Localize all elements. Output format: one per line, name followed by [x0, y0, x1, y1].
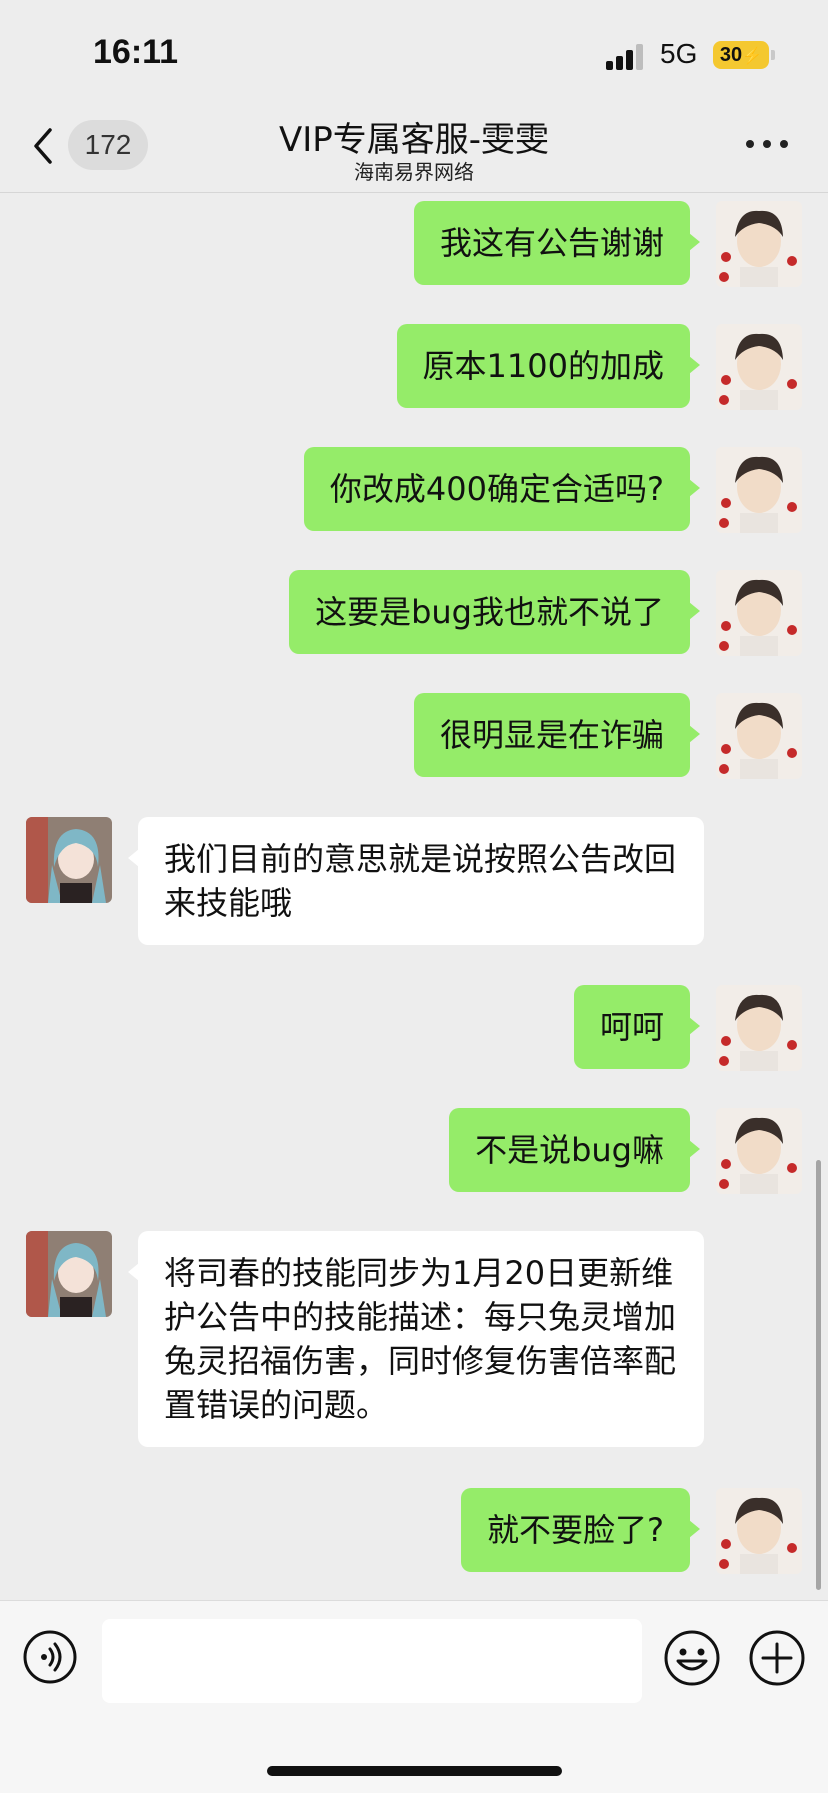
my-avatar[interactable] — [716, 447, 802, 533]
message-bubble[interactable]: 这要是bug我也就不说了 — [289, 570, 700, 654]
battery-tip — [771, 50, 775, 60]
my-avatar[interactable] — [716, 693, 802, 779]
network-label: 5G — [660, 38, 698, 69]
my-avatar[interactable] — [716, 1488, 802, 1574]
message-bubble[interactable]: 我们目前的意思就是说按照公告改回来技能哦 — [128, 817, 704, 945]
voice-input-icon[interactable] — [22, 1629, 78, 1685]
agent-avatar[interactable] — [26, 1231, 112, 1317]
my-avatar[interactable] — [716, 985, 802, 1071]
battery-icon: 30⚡ — [713, 41, 769, 69]
message-bubble[interactable]: 原本1100的加成 — [396, 324, 701, 408]
message-bubble[interactable]: 就不要脸了? — [461, 1488, 700, 1572]
status-bar: 16:11 5G 30⚡ — [0, 0, 828, 100]
input-bar — [0, 1600, 828, 1793]
signal-icon — [606, 44, 648, 70]
home-indicator[interactable] — [267, 1766, 562, 1776]
add-more-icon[interactable] — [748, 1629, 806, 1687]
message-bubble[interactable]: 呵呵 — [573, 985, 701, 1069]
more-options-icon[interactable] — [746, 140, 790, 150]
message-bubble[interactable]: 不是说bug嘛 — [449, 1108, 700, 1192]
chat-subtitle: 海南易界网络 — [354, 160, 474, 184]
status-time: 16:11 — [93, 33, 179, 71]
agent-avatar[interactable] — [26, 817, 112, 903]
my-avatar[interactable] — [716, 324, 802, 410]
message-input[interactable] — [102, 1619, 642, 1703]
my-avatar[interactable] — [716, 1108, 802, 1194]
message-bubble[interactable]: 很明显是在诈骗 — [413, 693, 701, 777]
chat-scrollbar[interactable] — [816, 1160, 821, 1590]
message-list[interactable]: 我这有公告谢谢 原本1100的加成 你改成400确定合适吗? 这要是bug我也就… — [0, 193, 828, 1598]
chat-header: 172 VIP专属客服-雯雯 海南易界网络 — [0, 100, 828, 193]
emoji-icon[interactable] — [663, 1629, 721, 1687]
message-bubble[interactable]: 我这有公告谢谢 — [413, 201, 701, 285]
my-avatar[interactable] — [716, 201, 802, 287]
my-avatar[interactable] — [716, 570, 802, 656]
message-bubble[interactable]: 你改成400确定合适吗? — [303, 447, 701, 531]
chat-title: VIP专属客服-雯雯 — [278, 120, 550, 160]
message-bubble[interactable]: 将司春的技能同步为1月20日更新维护公告中的技能描述：每只兔灵增加兔灵招福伤害，… — [128, 1231, 704, 1447]
battery-level: 30 — [719, 44, 743, 66]
